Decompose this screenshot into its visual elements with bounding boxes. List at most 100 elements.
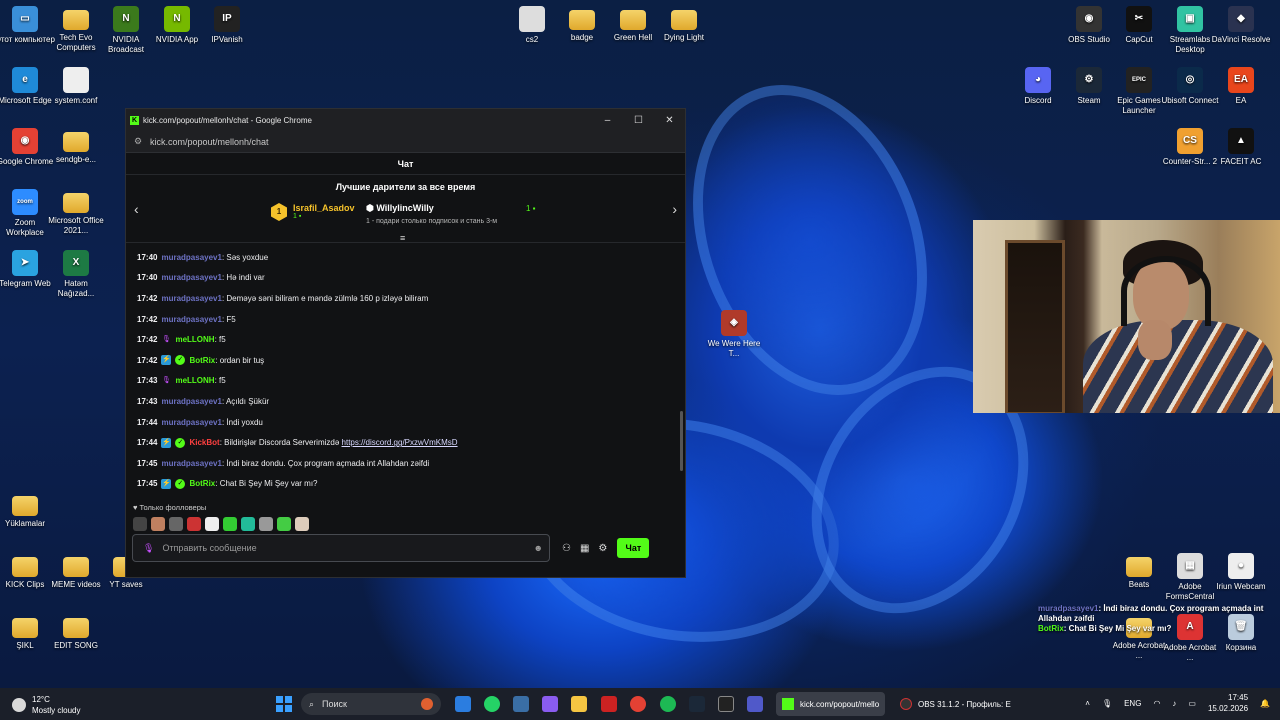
emoji-icon[interactable]: ☻	[534, 543, 543, 553]
emote[interactable]	[241, 517, 255, 531]
desktop-icon[interactable]: EA EA	[1211, 67, 1271, 106]
desktop-icon[interactable]: ▲ FACEIT AC	[1211, 128, 1271, 167]
kick-taskbar-app[interactable]: kick.com/popout/mello	[776, 692, 886, 716]
obs-taskbar-app[interactable]: OBS 31.1.2 - Профиль: E	[894, 692, 1017, 716]
edge-taskbar-icon[interactable]	[455, 696, 471, 712]
explorer-taskbar-icon[interactable]	[513, 696, 529, 712]
emote[interactable]	[277, 517, 291, 531]
message-username[interactable]: muradpasayev1	[161, 253, 221, 262]
wifi-icon[interactable]: ◠	[1153, 699, 1160, 708]
capcut-taskbar-icon[interactable]	[718, 696, 734, 712]
desktop-icon[interactable]: ◆ DaVinci Resolve	[1211, 6, 1271, 45]
gifters-next-arrow-icon[interactable]: ›	[672, 201, 677, 217]
webcam-person-body	[1083, 320, 1273, 413]
notification-icon[interactable]: 🔔	[1260, 699, 1270, 708]
message-username[interactable]: meLLONH	[175, 376, 214, 385]
desktop-icon-label: IPVanish	[211, 35, 243, 44]
message-username[interactable]: muradpasayev1	[161, 459, 221, 468]
message-time: 17:40	[137, 252, 158, 262]
steam-taskbar-icon[interactable]	[689, 696, 705, 712]
desktop-icon-label: sendgb-e...	[55, 155, 97, 164]
clock[interactable]: 17:45 15.02.2026	[1208, 692, 1248, 714]
minimize-button[interactable]: –	[592, 115, 623, 126]
message-username[interactable]: meLLONH	[175, 335, 214, 344]
battery-icon[interactable]: ▭	[1188, 699, 1196, 708]
language-indicator[interactable]: ENG	[1124, 699, 1141, 708]
desktop-icon-image	[1126, 557, 1152, 577]
microphone-icon[interactable]: 🎙	[143, 543, 154, 554]
message-time: 17:44	[137, 438, 158, 448]
window-titlebar[interactable]: K kick.com/popout/mellonh/chat - Google …	[126, 109, 685, 131]
taskbar-search[interactable]: ⌕ Поиск	[301, 693, 441, 715]
teams-taskbar-icon[interactable]	[747, 696, 763, 712]
desktop-icon-image	[671, 10, 697, 30]
chat-scrollbar[interactable]	[680, 411, 683, 471]
people-icon[interactable]: ⚇	[562, 543, 571, 554]
message-time: 17:40	[137, 273, 158, 283]
maximize-button[interactable]: ☐	[623, 115, 654, 126]
message-username[interactable]: muradpasayev1	[161, 315, 221, 324]
desktop-icon[interactable]: X Hatəm Nağızad...	[46, 250, 106, 299]
whatsapp-taskbar-icon[interactable]	[484, 696, 500, 712]
desktop-icon[interactable]: ● Iriun Webcam	[1211, 553, 1271, 592]
message-link[interactable]: https://discord.gg/PxzwVmKMsD	[342, 438, 458, 447]
bot-badge-icon: ⚡	[161, 478, 172, 489]
spotify-taskbar-icon[interactable]	[660, 696, 676, 712]
address-url[interactable]: kick.com/popout/mellonh/chat	[150, 137, 269, 147]
gifter-second[interactable]: ⬢ WillylincWilly 1 - подари столько подп…	[366, 203, 497, 225]
desktop-icon-label: Dying Light	[663, 33, 705, 42]
chat-input[interactable]: 🎙 Отправить сообщение ☻	[132, 534, 550, 562]
microphone-tray-icon[interactable]: 🎙	[1102, 699, 1112, 708]
emote[interactable]	[205, 517, 219, 531]
app-red-taskbar-icon[interactable]	[601, 696, 617, 712]
message-time: 17:42	[137, 293, 158, 303]
message-username[interactable]: BotRix	[189, 479, 215, 488]
settings-icon[interactable]: ⚙	[598, 543, 607, 554]
start-button[interactable]	[276, 696, 292, 712]
message-username[interactable]: muradpasayev1	[161, 397, 221, 406]
store-icon[interactable]: ▦	[580, 543, 589, 554]
chrome-taskbar-icon[interactable]	[630, 696, 646, 712]
desktop-icon-image	[12, 496, 38, 516]
desktop-icon[interactable]: Yüklamalar	[0, 492, 55, 529]
webcam-door	[1005, 240, 1065, 413]
emote[interactable]	[295, 517, 309, 531]
app-taskbar-icon[interactable]	[542, 696, 558, 712]
close-button[interactable]: ✕	[654, 115, 685, 126]
emote[interactable]	[187, 517, 201, 531]
folder-taskbar-icon[interactable]	[571, 696, 587, 712]
site-settings-icon[interactable]: ⚙	[134, 136, 146, 147]
emote[interactable]	[133, 517, 147, 531]
emote[interactable]	[223, 517, 237, 531]
emote[interactable]	[151, 517, 165, 531]
desktop-icon-image: ◎	[1177, 67, 1203, 93]
desktop-icon[interactable]: system.conf	[46, 67, 106, 106]
gifter-first[interactable]: 1 Israfil_Asadov 1 ▪	[271, 203, 355, 221]
desktop-icon[interactable]: sendgb-e...	[46, 128, 106, 165]
desktop-icon-image: ◆	[1228, 6, 1254, 32]
desktop-icon[interactable]: Microsoft Office 2021...	[46, 189, 106, 236]
desktop-icon[interactable]: EDIT SONG	[46, 614, 106, 651]
desktop-icon[interactable]: IP IPVanish	[197, 6, 257, 45]
emote[interactable]	[259, 517, 273, 531]
message-username[interactable]: KickBot	[189, 438, 219, 447]
message-username[interactable]: BotRix	[189, 356, 215, 365]
chat-input-placeholder: Отправить сообщение	[162, 543, 257, 553]
message-username[interactable]: muradpasayev1	[161, 273, 221, 282]
emote[interactable]	[169, 517, 183, 531]
address-bar[interactable]: ⚙ kick.com/popout/mellonh/chat	[126, 131, 685, 153]
tray-expand-icon[interactable]: ˄	[1085, 699, 1090, 708]
message-username[interactable]: muradpasayev1	[161, 418, 221, 427]
weather-widget[interactable]: 12°C Mostly cloudy	[12, 694, 80, 716]
send-chat-button[interactable]: Чат	[617, 538, 650, 558]
desktop-icon[interactable]: Dying Light	[654, 6, 714, 43]
volume-icon[interactable]: ♪	[1172, 699, 1176, 708]
collapse-icon[interactable]: ≡	[400, 233, 405, 243]
desktop-icon[interactable]: ◈ We Were Here T...	[704, 310, 764, 359]
gifters-prev-arrow-icon[interactable]: ‹	[134, 201, 139, 217]
chat-message: 17:44 ⚡ ✓ KickBot: Bildirişlər Discorda Ser…	[137, 432, 685, 453]
message-text: : f5	[214, 376, 226, 386]
desktop-icon-image: ➤	[12, 250, 38, 276]
message-username[interactable]: muradpasayev1	[161, 294, 221, 303]
chat-message: 17:45 ⚡ ✓ BotRix: Chat Bi Şey Mi Şey var mı…	[137, 474, 685, 495]
